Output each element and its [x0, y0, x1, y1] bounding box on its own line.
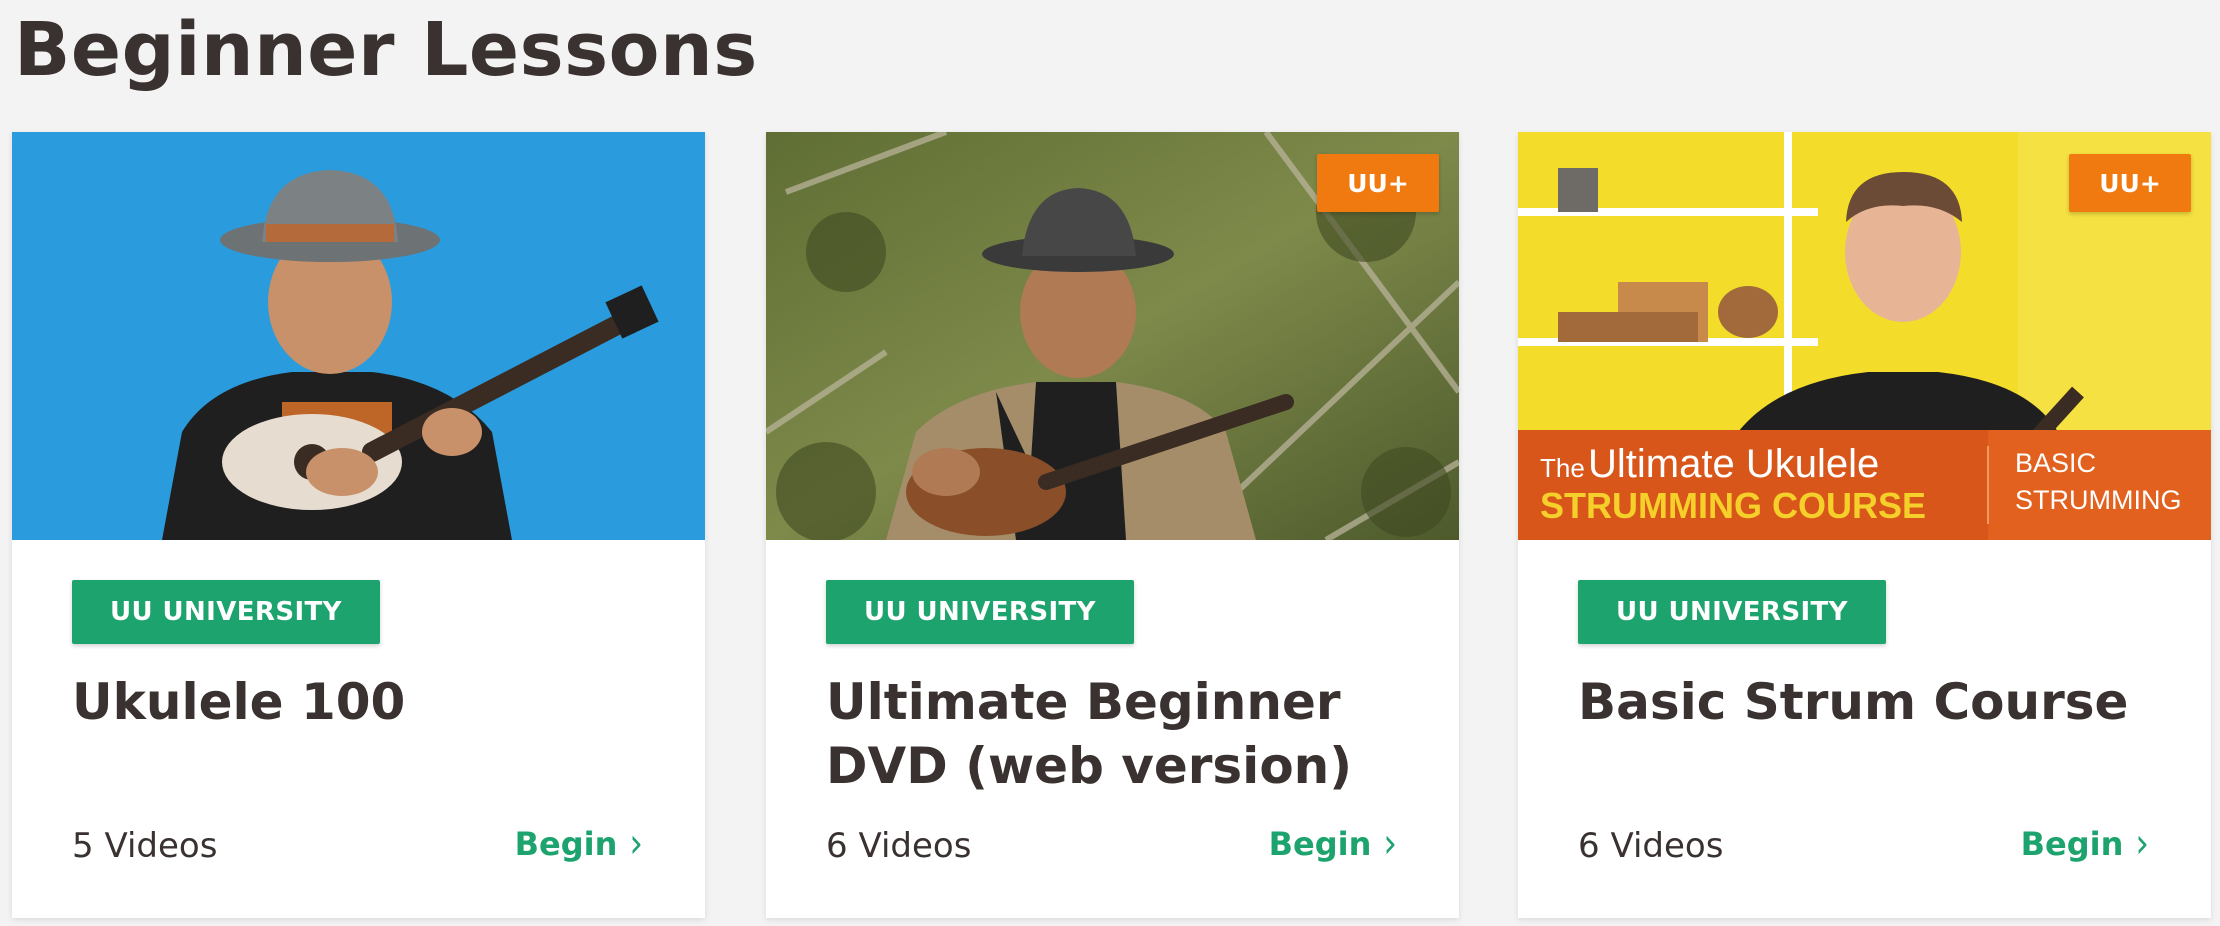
lesson-title[interactable]: Ultimate Beginner DVD (web version)	[826, 670, 1426, 798]
video-count: 6 Videos	[1578, 826, 1724, 866]
begin-label: Begin	[1268, 825, 1372, 863]
lesson-card-basic-strum-course[interactable]: The Ultimate Ukulele STRUMMING COURSE BA…	[1518, 132, 2211, 918]
chevron-right-icon: ›	[629, 820, 643, 868]
category-tag[interactable]: UU UNIVERSITY	[1578, 580, 1886, 644]
video-count: 6 Videos	[826, 826, 972, 866]
begin-link[interactable]: Begin ›	[514, 820, 643, 868]
banner-side2: STRUMMING	[2015, 485, 2181, 515]
begin-link[interactable]: Begin ›	[1268, 820, 1397, 868]
begin-link[interactable]: Begin ›	[2020, 820, 2149, 868]
uu-plus-badge: UU+	[2069, 154, 2191, 212]
lesson-card-ultimate-beginner-dvd[interactable]: UU+ UU UNIVERSITY Ultimate Beginner DVD …	[766, 132, 1459, 918]
chevron-right-icon: ›	[1383, 820, 1397, 868]
chevron-right-icon: ›	[2135, 820, 2149, 868]
lesson-thumbnail[interactable]	[12, 132, 705, 540]
banner-side1: BASIC	[2015, 448, 2096, 478]
lesson-title[interactable]: Basic Strum Course	[1578, 670, 2178, 734]
uu-plus-badge: UU+	[1317, 154, 1439, 212]
video-count: 5 Videos	[72, 826, 218, 866]
begin-label: Begin	[2020, 825, 2124, 863]
lesson-thumbnail[interactable]: The Ultimate Ukulele STRUMMING COURSE BA…	[1518, 132, 2211, 540]
banner-prefix: The	[1540, 453, 1585, 483]
banner-line2: STRUMMING COURSE	[1540, 485, 1926, 526]
instructor-photo-blue	[12, 132, 705, 540]
lesson-thumbnail[interactable]: UU+	[766, 132, 1459, 540]
lesson-card-ukulele-100[interactable]: UU UNIVERSITY Ukulele 100 5 Videos Begin…	[12, 132, 705, 918]
banner-line1: Ultimate Ukulele	[1588, 442, 1879, 486]
category-tag[interactable]: UU UNIVERSITY	[826, 580, 1134, 644]
begin-label: Begin	[514, 825, 618, 863]
category-tag[interactable]: UU UNIVERSITY	[72, 580, 380, 644]
lesson-title[interactable]: Ukulele 100	[72, 670, 672, 734]
section-title: Beginner Lessons	[14, 7, 758, 93]
